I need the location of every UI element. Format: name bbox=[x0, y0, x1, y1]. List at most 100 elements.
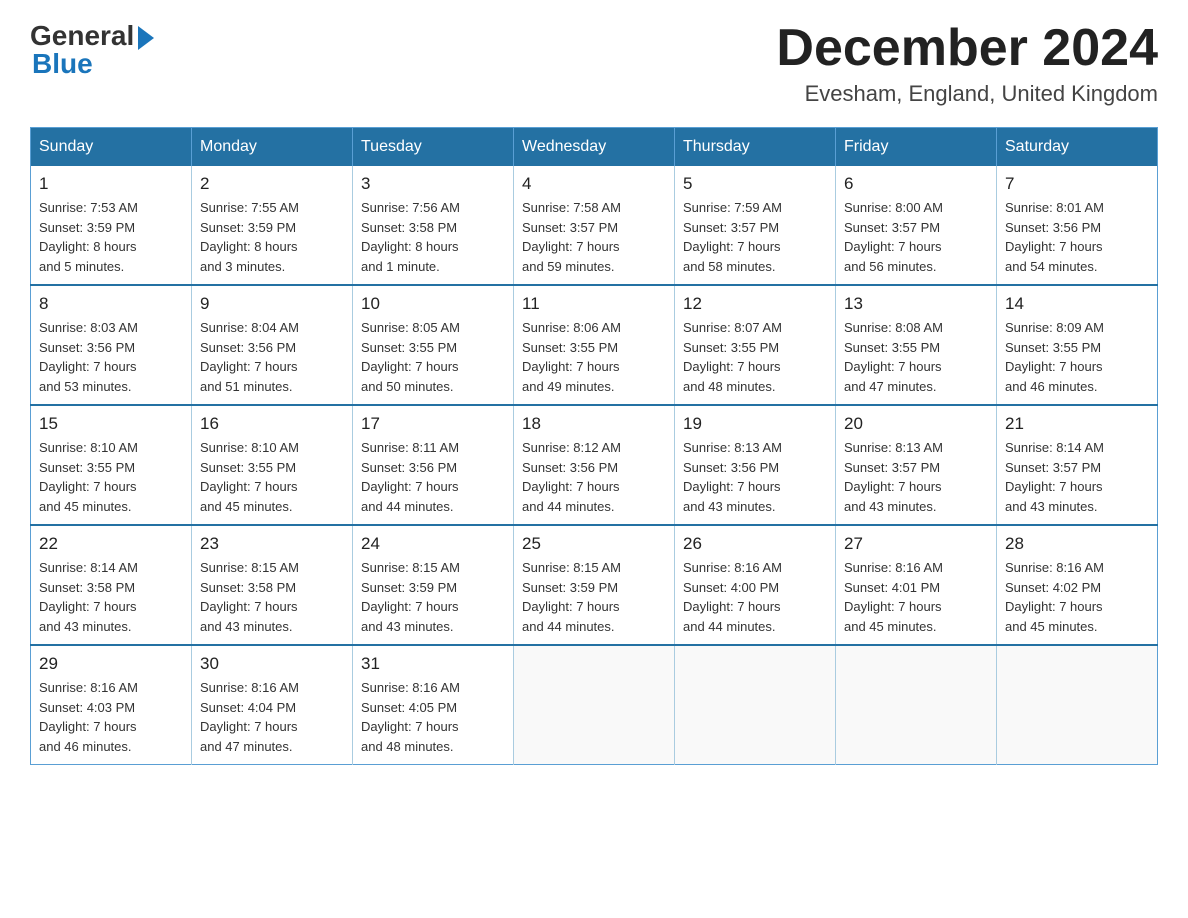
day-number: 9 bbox=[200, 294, 344, 314]
day-number: 8 bbox=[39, 294, 183, 314]
calendar-day-cell: 30 Sunrise: 8:16 AM Sunset: 4:04 PM Dayli… bbox=[192, 645, 353, 765]
day-number: 18 bbox=[522, 414, 666, 434]
day-number: 23 bbox=[200, 534, 344, 554]
calendar-week-row: 1Sunrise: 7:53 AM Sunset: 3:59 PM Daylig… bbox=[31, 166, 1158, 285]
logo: General Blue bbox=[30, 20, 154, 80]
day-number: 7 bbox=[1005, 174, 1149, 194]
subtitle: Evesham, England, United Kingdom bbox=[776, 81, 1158, 107]
title-section: December 2024 Evesham, England, United K… bbox=[776, 20, 1158, 107]
calendar-day-cell: 22Sunrise: 8:14 AM Sunset: 3:58 PM Dayli… bbox=[31, 525, 192, 645]
calendar-day-cell: 16 Sunrise: 8:10 AM Sunset: 3:55 PM Dayli… bbox=[192, 405, 353, 525]
day-info: Sunrise: 8:01 AM Sunset: 3:56 PM Dayligh… bbox=[1005, 198, 1149, 276]
calendar-day-cell: 4 Sunrise: 7:58 AM Sunset: 3:57 PM Daylig… bbox=[514, 166, 675, 285]
day-number: 6 bbox=[844, 174, 988, 194]
day-info: Sunrise: 7:58 AM Sunset: 3:57 PM Dayligh… bbox=[522, 198, 666, 276]
calendar-day-cell: 15 Sunrise: 8:10 AM Sunset: 3:55 PM Dayli… bbox=[31, 405, 192, 525]
calendar-day-cell bbox=[836, 645, 997, 765]
calendar-day-cell bbox=[997, 645, 1158, 765]
day-info: Sunrise: 8:16 AM Sunset: 4:00 PM Dayligh… bbox=[683, 558, 827, 636]
day-number: 26 bbox=[683, 534, 827, 554]
day-number: 29 bbox=[39, 654, 183, 674]
day-info: Sunrise: 8:14 AM Sunset: 3:58 PM Dayligh… bbox=[39, 558, 183, 636]
calendar-day-cell: 26 Sunrise: 8:16 AM Sunset: 4:00 PM Dayli… bbox=[675, 525, 836, 645]
logo-arrow-icon bbox=[138, 26, 154, 50]
day-number: 27 bbox=[844, 534, 988, 554]
day-info: Sunrise: 8:07 AM Sunset: 3:55 PM Dayligh… bbox=[683, 318, 827, 396]
day-info: Sunrise: 8:09 AM Sunset: 3:55 PM Dayligh… bbox=[1005, 318, 1149, 396]
day-number: 5 bbox=[683, 174, 827, 194]
calendar-day-cell: 29 Sunrise: 8:16 AM Sunset: 4:03 PM Dayli… bbox=[31, 645, 192, 765]
calendar-day-cell: 13 Sunrise: 8:08 AM Sunset: 3:55 PM Dayli… bbox=[836, 285, 997, 405]
calendar-day-cell: 1Sunrise: 7:53 AM Sunset: 3:59 PM Daylig… bbox=[31, 166, 192, 285]
calendar-header-row: SundayMondayTuesdayWednesdayThursdayFrid… bbox=[31, 128, 1158, 167]
day-number: 24 bbox=[361, 534, 505, 554]
day-info: Sunrise: 8:14 AM Sunset: 3:57 PM Dayligh… bbox=[1005, 438, 1149, 516]
calendar-day-cell bbox=[675, 645, 836, 765]
day-number: 16 bbox=[200, 414, 344, 434]
calendar-day-cell: 11Sunrise: 8:06 AM Sunset: 3:55 PM Dayli… bbox=[514, 285, 675, 405]
calendar-day-cell: 25Sunrise: 8:15 AM Sunset: 3:59 PM Dayli… bbox=[514, 525, 675, 645]
day-number: 25 bbox=[522, 534, 666, 554]
logo-blue-text: Blue bbox=[32, 48, 93, 80]
day-info: Sunrise: 7:53 AM Sunset: 3:59 PM Dayligh… bbox=[39, 198, 183, 276]
day-info: Sunrise: 8:03 AM Sunset: 3:56 PM Dayligh… bbox=[39, 318, 183, 396]
day-info: Sunrise: 8:13 AM Sunset: 3:56 PM Dayligh… bbox=[683, 438, 827, 516]
day-info: Sunrise: 7:56 AM Sunset: 3:58 PM Dayligh… bbox=[361, 198, 505, 276]
day-info: Sunrise: 8:04 AM Sunset: 3:56 PM Dayligh… bbox=[200, 318, 344, 396]
day-number: 2 bbox=[200, 174, 344, 194]
day-info: Sunrise: 8:16 AM Sunset: 4:03 PM Dayligh… bbox=[39, 678, 183, 756]
calendar-week-row: 15 Sunrise: 8:10 AM Sunset: 3:55 PM Dayli… bbox=[31, 405, 1158, 525]
calendar-day-cell: 23 Sunrise: 8:15 AM Sunset: 3:58 PM Dayli… bbox=[192, 525, 353, 645]
calendar-day-header: Friday bbox=[836, 128, 997, 167]
calendar-table: SundayMondayTuesdayWednesdayThursdayFrid… bbox=[30, 127, 1158, 765]
day-number: 10 bbox=[361, 294, 505, 314]
calendar-day-cell: 9 Sunrise: 8:04 AM Sunset: 3:56 PM Daylig… bbox=[192, 285, 353, 405]
day-info: Sunrise: 7:55 AM Sunset: 3:59 PM Dayligh… bbox=[200, 198, 344, 276]
calendar-day-cell: 21 Sunrise: 8:14 AM Sunset: 3:57 PM Dayli… bbox=[997, 405, 1158, 525]
day-info: Sunrise: 8:16 AM Sunset: 4:01 PM Dayligh… bbox=[844, 558, 988, 636]
day-number: 13 bbox=[844, 294, 988, 314]
calendar-day-cell: 24 Sunrise: 8:15 AM Sunset: 3:59 PM Dayli… bbox=[353, 525, 514, 645]
day-info: Sunrise: 8:16 AM Sunset: 4:05 PM Dayligh… bbox=[361, 678, 505, 756]
day-number: 28 bbox=[1005, 534, 1149, 554]
day-info: Sunrise: 8:10 AM Sunset: 3:55 PM Dayligh… bbox=[200, 438, 344, 516]
calendar-day-header: Tuesday bbox=[353, 128, 514, 167]
calendar-day-cell: 27 Sunrise: 8:16 AM Sunset: 4:01 PM Dayli… bbox=[836, 525, 997, 645]
calendar-day-cell: 8 Sunrise: 8:03 AM Sunset: 3:56 PM Daylig… bbox=[31, 285, 192, 405]
calendar-day-cell: 10 Sunrise: 8:05 AM Sunset: 3:55 PM Dayli… bbox=[353, 285, 514, 405]
day-number: 4 bbox=[522, 174, 666, 194]
calendar-week-row: 22Sunrise: 8:14 AM Sunset: 3:58 PM Dayli… bbox=[31, 525, 1158, 645]
day-info: Sunrise: 8:16 AM Sunset: 4:04 PM Dayligh… bbox=[200, 678, 344, 756]
main-title: December 2024 bbox=[776, 20, 1158, 77]
calendar-day-cell: 7 Sunrise: 8:01 AM Sunset: 3:56 PM Daylig… bbox=[997, 166, 1158, 285]
calendar-day-header: Sunday bbox=[31, 128, 192, 167]
day-info: Sunrise: 8:00 AM Sunset: 3:57 PM Dayligh… bbox=[844, 198, 988, 276]
day-number: 14 bbox=[1005, 294, 1149, 314]
calendar-day-header: Wednesday bbox=[514, 128, 675, 167]
day-info: Sunrise: 8:10 AM Sunset: 3:55 PM Dayligh… bbox=[39, 438, 183, 516]
day-number: 20 bbox=[844, 414, 988, 434]
day-info: Sunrise: 8:12 AM Sunset: 3:56 PM Dayligh… bbox=[522, 438, 666, 516]
calendar-day-header: Thursday bbox=[675, 128, 836, 167]
day-info: Sunrise: 8:05 AM Sunset: 3:55 PM Dayligh… bbox=[361, 318, 505, 396]
day-info: Sunrise: 8:13 AM Sunset: 3:57 PM Dayligh… bbox=[844, 438, 988, 516]
day-number: 30 bbox=[200, 654, 344, 674]
calendar-day-cell: 31Sunrise: 8:16 AM Sunset: 4:05 PM Dayli… bbox=[353, 645, 514, 765]
calendar-day-cell: 14 Sunrise: 8:09 AM Sunset: 3:55 PM Dayli… bbox=[997, 285, 1158, 405]
day-info: Sunrise: 8:08 AM Sunset: 3:55 PM Dayligh… bbox=[844, 318, 988, 396]
day-number: 21 bbox=[1005, 414, 1149, 434]
day-number: 19 bbox=[683, 414, 827, 434]
calendar-day-cell: 3Sunrise: 7:56 AM Sunset: 3:58 PM Daylig… bbox=[353, 166, 514, 285]
day-info: Sunrise: 8:15 AM Sunset: 3:58 PM Dayligh… bbox=[200, 558, 344, 636]
calendar-day-cell bbox=[514, 645, 675, 765]
calendar-week-row: 29 Sunrise: 8:16 AM Sunset: 4:03 PM Dayli… bbox=[31, 645, 1158, 765]
calendar-day-cell: 19 Sunrise: 8:13 AM Sunset: 3:56 PM Dayli… bbox=[675, 405, 836, 525]
calendar-day-cell: 5 Sunrise: 7:59 AM Sunset: 3:57 PM Daylig… bbox=[675, 166, 836, 285]
day-info: Sunrise: 8:11 AM Sunset: 3:56 PM Dayligh… bbox=[361, 438, 505, 516]
day-info: Sunrise: 7:59 AM Sunset: 3:57 PM Dayligh… bbox=[683, 198, 827, 276]
calendar-day-cell: 28Sunrise: 8:16 AM Sunset: 4:02 PM Dayli… bbox=[997, 525, 1158, 645]
day-info: Sunrise: 8:15 AM Sunset: 3:59 PM Dayligh… bbox=[361, 558, 505, 636]
calendar-week-row: 8 Sunrise: 8:03 AM Sunset: 3:56 PM Daylig… bbox=[31, 285, 1158, 405]
calendar-day-cell: 20 Sunrise: 8:13 AM Sunset: 3:57 PM Dayli… bbox=[836, 405, 997, 525]
day-number: 15 bbox=[39, 414, 183, 434]
